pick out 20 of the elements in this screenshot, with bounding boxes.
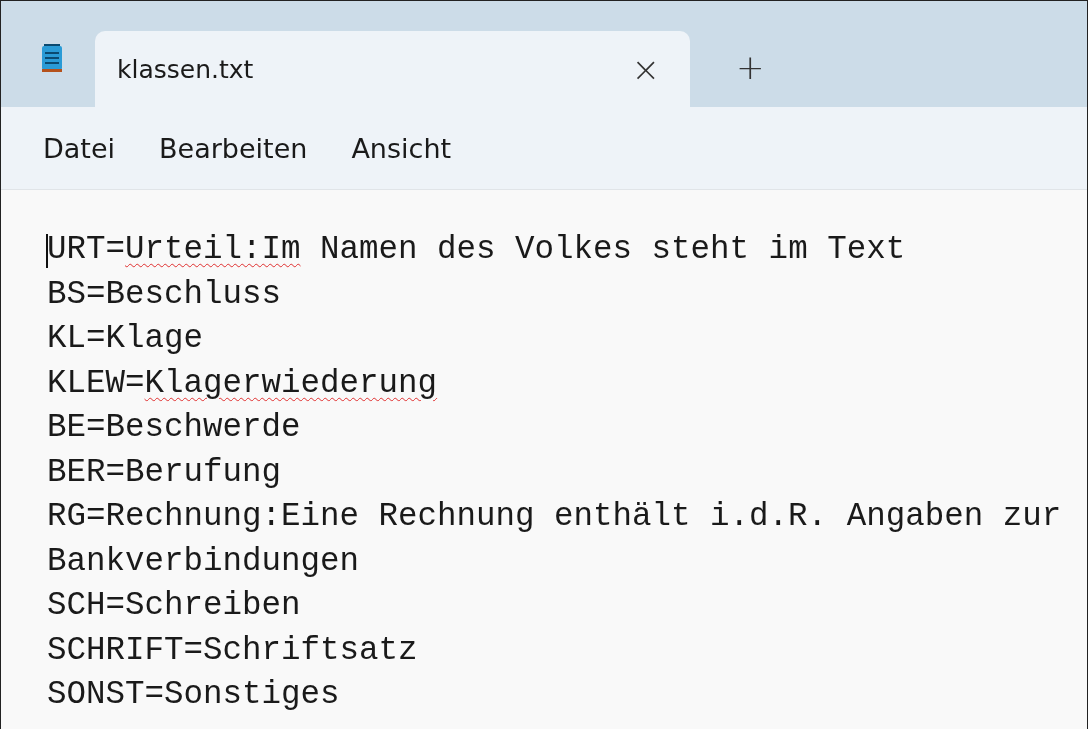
text-line: URT=Urteil:Im Namen des Volkes steht im Text (47, 230, 906, 270)
new-tab-button[interactable]: + (728, 47, 773, 87)
menu-item[interactable]: Bearbeiten (147, 128, 320, 168)
text-line: SCH=Schreiben (47, 586, 301, 626)
text-line: BS=Beschluss (47, 274, 282, 315)
text-editor[interactable] (1, 190, 1087, 729)
text-line: SCHRIFT=Schriftsatz (47, 630, 418, 671)
text-line: RG=Rechnung:Eine Rechnung enthält i.d.R. Angaben zur (47, 497, 1062, 537)
close-button[interactable]: × (623, 49, 668, 89)
menu-item[interactable]: Ansicht (339, 128, 464, 168)
text-line: BE=Beschwerde (47, 408, 301, 448)
text-line: Bankverbindungen (47, 541, 360, 582)
document-tab[interactable]: klassen.txt × (95, 31, 690, 107)
text-line: KL=Klage (47, 319, 204, 359)
text-line: BER=Berufung (47, 452, 282, 493)
tab-title: klassen.txt (117, 54, 254, 84)
menu-item[interactable]: Datei (31, 128, 128, 168)
text-line: SONST=Sonstiges (47, 675, 340, 715)
notepad-icon (41, 43, 63, 73)
text-line: KLEW=Klagerwiederung (47, 363, 438, 404)
